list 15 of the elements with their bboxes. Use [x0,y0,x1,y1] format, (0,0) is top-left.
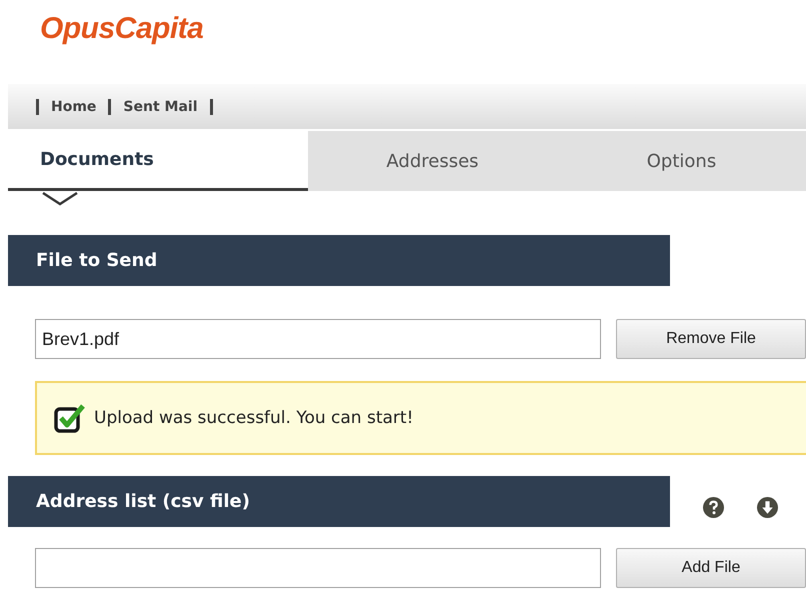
nav-link[interactable]: Sent Mail [123,98,198,114]
help-icon[interactable] [703,497,724,518]
nav-link[interactable]: Home [51,98,96,114]
download-icon[interactable] [757,497,778,518]
logo: OpusCapita [40,12,204,47]
tab[interactable]: Options [556,131,806,191]
alert-text: Upload was successful. You can start! [94,408,414,428]
tab[interactable]: Addresses [308,131,557,191]
csv-file-field[interactable] [35,548,601,588]
add-file-button[interactable]: Add File [616,548,806,588]
remove-file-button[interactable]: Remove File [616,319,806,359]
file-field[interactable]: Brev1.pdf [35,319,601,359]
section-header: File to Send [8,235,670,286]
section-header: Address list (csv file) [8,476,670,527]
caret-icon [42,192,78,206]
